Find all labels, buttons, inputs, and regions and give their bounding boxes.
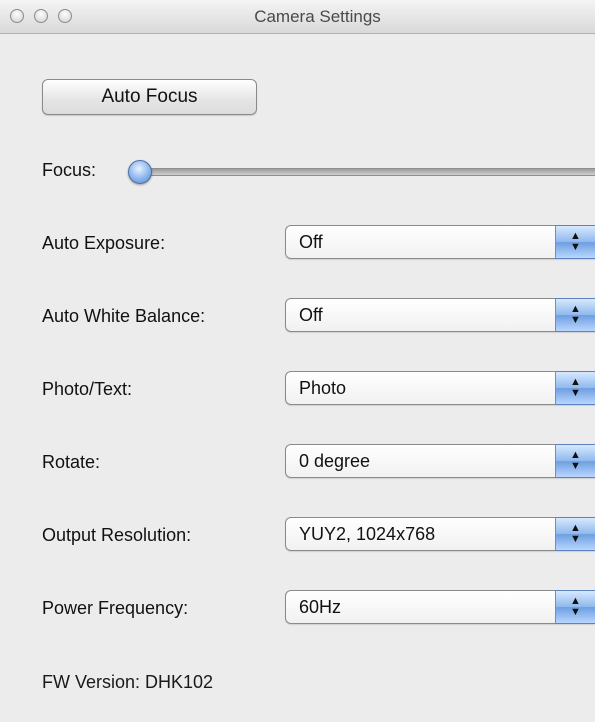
auto-white-balance-value: Off <box>299 305 323 325</box>
up-down-arrows-icon: ▲ ▼ <box>555 225 595 259</box>
focus-slider-knob[interactable] <box>128 160 152 184</box>
power-frequency-value: 60Hz <box>299 597 342 617</box>
rotate-label: Rotate: <box>42 452 101 472</box>
photo-text-label: Photo/Text: <box>42 379 133 399</box>
up-down-arrows-icon: ▲ ▼ <box>555 444 595 478</box>
output-resolution-select[interactable]: YUY2, 1024x768 ▲ ▼ <box>285 517 595 551</box>
rotate-value: 0 degree <box>299 451 371 471</box>
output-resolution-value: YUY2, 1024x768 <box>299 524 436 544</box>
up-down-arrows-icon: ▲ ▼ <box>555 298 595 332</box>
auto-focus-button[interactable]: Auto Focus <box>42 79 257 115</box>
output-resolution-label: Output Resolution: <box>42 525 192 545</box>
photo-text-select[interactable]: Photo ▲ ▼ <box>285 371 595 405</box>
auto-white-balance-label: Auto White Balance: <box>42 306 206 326</box>
auto-exposure-value: Off <box>299 232 323 252</box>
photo-text-value: Photo <box>299 378 347 398</box>
focus-slider-track[interactable] <box>140 168 595 176</box>
up-down-arrows-icon: ▲ ▼ <box>555 517 595 551</box>
auto-exposure-select[interactable]: Off ▲ ▼ <box>285 225 595 259</box>
rotate-select[interactable]: 0 degree ▲ ▼ <box>285 444 595 478</box>
up-down-arrows-icon: ▲ ▼ <box>555 590 595 624</box>
focus-label: Focus: <box>42 160 97 180</box>
title-bar: Camera Settings <box>0 0 595 34</box>
auto-exposure-label: Auto Exposure: <box>42 233 166 253</box>
up-down-arrows-icon: ▲ ▼ <box>555 371 595 405</box>
power-frequency-select[interactable]: 60Hz ▲ ▼ <box>285 590 595 624</box>
auto-white-balance-select[interactable]: Off ▲ ▼ <box>285 298 595 332</box>
fw-version-text: FW Version: DHK102 <box>42 672 214 692</box>
window-title: Camera Settings <box>254 7 381 26</box>
power-frequency-label: Power Frequency: <box>42 598 189 618</box>
